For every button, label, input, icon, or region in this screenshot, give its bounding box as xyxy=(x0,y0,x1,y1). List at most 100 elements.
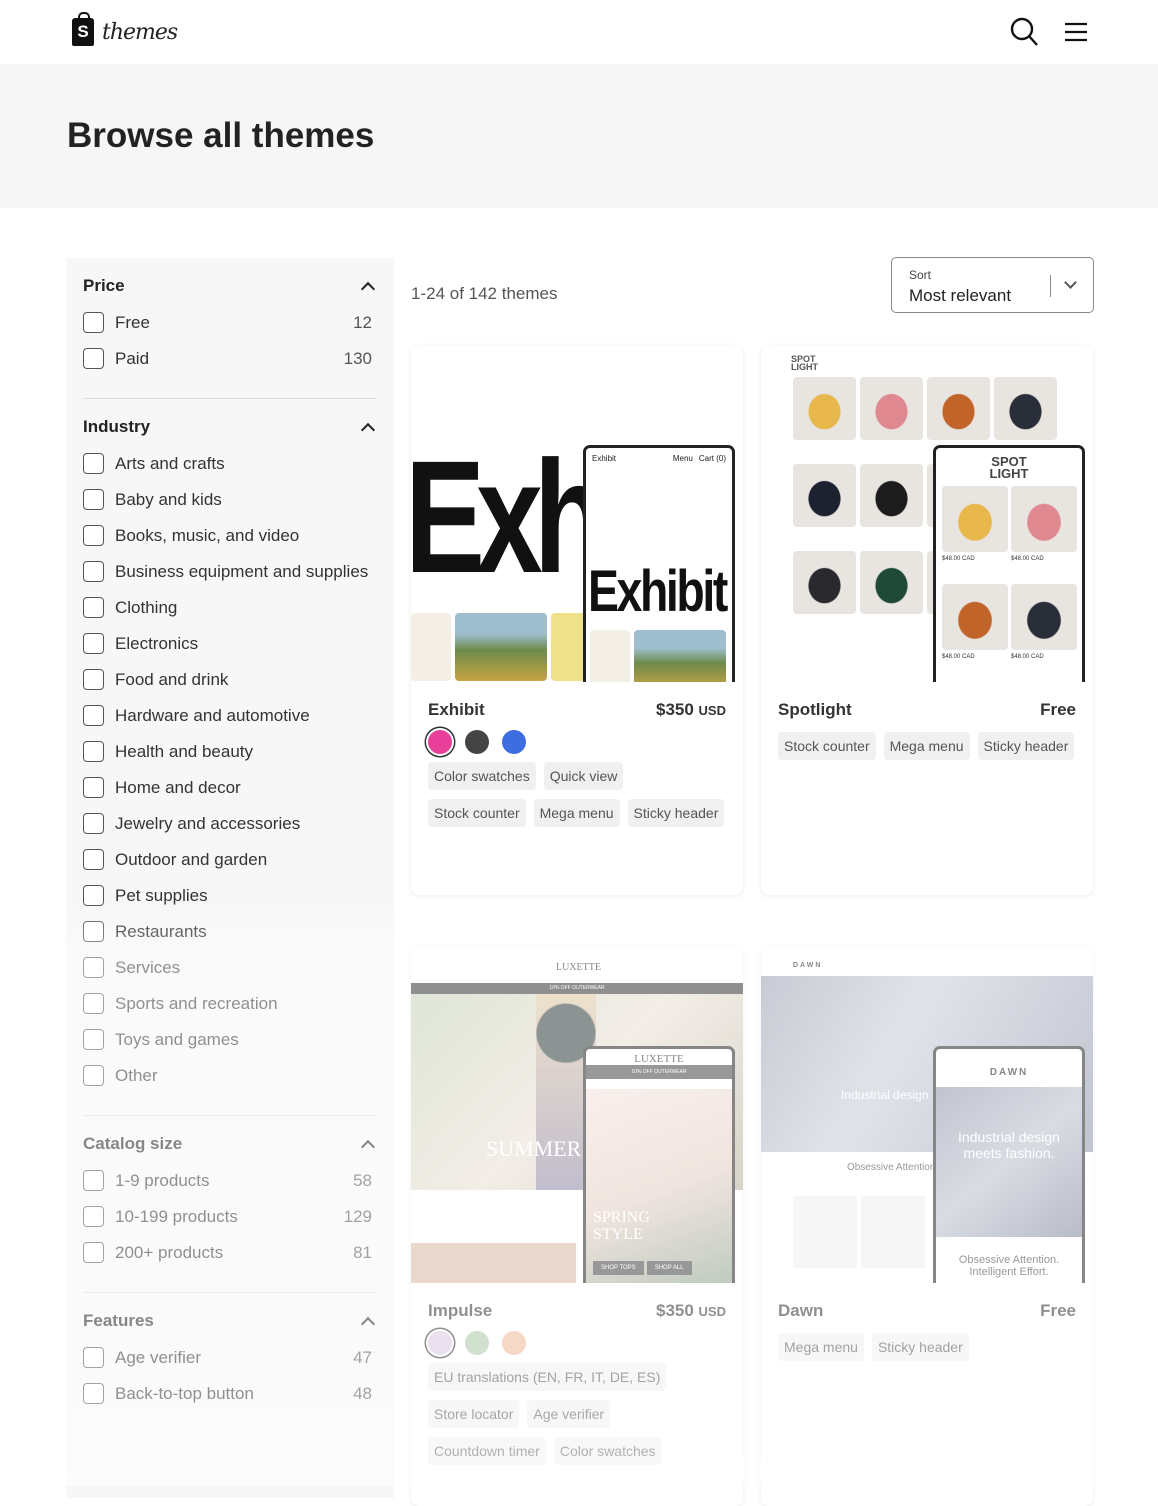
preview-hero-text: SPRING STYLE xyxy=(593,1209,650,1243)
color-swatch[interactable] xyxy=(428,730,452,754)
preview-text: Obsessive Attention. xyxy=(847,1162,939,1173)
checkbox[interactable] xyxy=(83,1347,104,1368)
color-swatch[interactable] xyxy=(502,1331,526,1355)
checkbox[interactable] xyxy=(83,957,104,978)
theme-name[interactable]: Exhibit xyxy=(428,700,485,720)
checkbox[interactable] xyxy=(83,597,104,618)
option-label: Pet supplies xyxy=(115,886,208,905)
filter-option[interactable]: Home and decor xyxy=(83,777,377,798)
filter-option[interactable]: Toys and games xyxy=(83,1029,377,1050)
checkbox[interactable] xyxy=(83,669,104,690)
filter-option[interactable]: Restaurants xyxy=(83,921,377,942)
filter-option[interactable]: Health and beauty xyxy=(83,741,377,762)
theme-name[interactable]: Dawn xyxy=(778,1301,823,1321)
feature-tag: Sticky header xyxy=(627,799,725,827)
filter-option[interactable]: Electronics xyxy=(83,633,377,654)
checkbox[interactable] xyxy=(83,525,104,546)
theme-card-exhibit[interactable]: Exh Exhibit Menu Cart (0) Exhibit Exhibit $… xyxy=(411,345,743,895)
chevron-up-icon[interactable] xyxy=(360,1316,376,1331)
checkbox[interactable] xyxy=(83,741,104,762)
filter-option[interactable]: Books, music, and video xyxy=(83,525,377,546)
chevron-up-icon[interactable] xyxy=(360,1139,376,1154)
option-label: Electronics xyxy=(115,634,199,653)
filter-price-header[interactable]: Price xyxy=(83,276,377,296)
filter-option[interactable]: Hardware and automotive xyxy=(83,705,377,726)
filter-option[interactable]: 200+ products 81 xyxy=(83,1242,377,1263)
filter-option[interactable]: Clothing xyxy=(83,597,377,618)
filter-option[interactable]: Business equipment and supplies xyxy=(83,561,377,582)
filter-option[interactable]: Arts and crafts xyxy=(83,453,377,474)
checkbox[interactable] xyxy=(83,1029,104,1050)
filter-option[interactable]: Jewelry and accessories xyxy=(83,813,377,834)
shopify-themes-logo[interactable]: S themes xyxy=(72,12,178,46)
theme-preview-image[interactable]: Exh Exhibit Menu Cart (0) Exhibit xyxy=(411,345,743,682)
filter-option[interactable]: Other xyxy=(83,1065,377,1086)
chevron-up-icon[interactable] xyxy=(360,281,376,296)
checkbox[interactable] xyxy=(83,1242,104,1263)
filter-option[interactable]: Paid 130 xyxy=(83,348,377,369)
filter-option[interactable]: Free 12 xyxy=(83,312,377,333)
checkbox[interactable] xyxy=(83,993,104,1014)
preview-text: Menu xyxy=(672,454,693,463)
theme-name[interactable]: Impulse xyxy=(428,1301,492,1321)
filter-option[interactable]: Pet supplies xyxy=(83,885,377,906)
filter-industry: Industry Arts and crafts Baby and kids Boo… xyxy=(83,399,377,1116)
color-swatch[interactable] xyxy=(465,730,489,754)
checkbox[interactable] xyxy=(83,885,104,906)
checkbox[interactable] xyxy=(83,348,104,369)
theme-preview-image[interactable]: SPOT LIGHT SPOT LIGHT $48.00 CAD $48.00 C… xyxy=(761,345,1093,682)
option-label: Clothing xyxy=(115,598,178,617)
search-icon[interactable] xyxy=(1010,17,1040,47)
preview-text: Exhibit xyxy=(592,454,617,463)
feature-tag: Mega menu xyxy=(778,1333,864,1361)
checkbox[interactable] xyxy=(83,561,104,582)
filter-option[interactable]: Sports and recreation xyxy=(83,993,377,1014)
checkbox[interactable] xyxy=(83,312,104,333)
option-count: 58 xyxy=(353,1171,372,1190)
theme-card-dawn[interactable]: DAWN Industrial design Obsessive Attenti… xyxy=(761,946,1093,1506)
filter-option[interactable]: Back-to-top button 48 xyxy=(83,1383,377,1404)
chevron-up-icon[interactable] xyxy=(360,422,376,437)
theme-preview-image[interactable]: DAWN Industrial design Obsessive Attenti… xyxy=(761,946,1093,1283)
filter-option[interactable]: Services xyxy=(83,957,377,978)
theme-name[interactable]: Spotlight xyxy=(778,700,852,720)
color-swatch[interactable] xyxy=(465,1331,489,1355)
product-price: $48.00 CAD xyxy=(1011,556,1044,562)
checkbox[interactable] xyxy=(83,849,104,870)
filter-option[interactable]: Baby and kids xyxy=(83,489,377,510)
checkbox[interactable] xyxy=(83,489,104,510)
preview-logo: SPOT LIGHT xyxy=(791,354,818,372)
filter-industry-header[interactable]: Industry xyxy=(83,417,377,437)
theme-preview-image[interactable]: LUXETTE 10% OFF OUTERWEAR SUMMER LUXETTE… xyxy=(411,946,743,1283)
checkbox[interactable] xyxy=(83,633,104,654)
filter-title: Catalog size xyxy=(83,1134,183,1153)
filter-option[interactable]: 1-9 products 58 xyxy=(83,1170,377,1191)
color-swatch[interactable] xyxy=(502,730,526,754)
option-label: Restaurants xyxy=(115,922,207,941)
product-thumbnail xyxy=(793,551,856,614)
filter-option[interactable]: Food and drink xyxy=(83,669,377,690)
product-thumbnail xyxy=(1011,486,1077,552)
checkbox[interactable] xyxy=(83,1206,104,1227)
sort-select[interactable]: Sort Most relevant xyxy=(891,257,1094,313)
page-title: Browse all themes xyxy=(67,116,375,155)
filter-features-header[interactable]: Features xyxy=(83,1311,377,1331)
checkbox[interactable] xyxy=(83,813,104,834)
checkbox[interactable] xyxy=(83,921,104,942)
menu-icon[interactable] xyxy=(1064,22,1088,42)
checkbox[interactable] xyxy=(83,705,104,726)
checkbox[interactable] xyxy=(83,453,104,474)
checkbox[interactable] xyxy=(83,1383,104,1404)
theme-price: $350 USD xyxy=(656,700,726,720)
filter-catalog-header[interactable]: Catalog size xyxy=(83,1134,377,1154)
option-label: 10-199 products xyxy=(115,1207,238,1226)
theme-card-impulse[interactable]: LUXETTE 10% OFF OUTERWEAR SUMMER LUXETTE… xyxy=(411,946,743,1506)
filter-option[interactable]: Outdoor and garden xyxy=(83,849,377,870)
color-swatch[interactable] xyxy=(428,1331,452,1355)
checkbox[interactable] xyxy=(83,777,104,798)
filter-option[interactable]: 10-199 products 129 xyxy=(83,1206,377,1227)
filter-option[interactable]: Age verifier 47 xyxy=(83,1347,377,1368)
checkbox[interactable] xyxy=(83,1065,104,1086)
checkbox[interactable] xyxy=(83,1170,104,1191)
theme-card-spotlight[interactable]: SPOT LIGHT SPOT LIGHT $48.00 CAD $48.00 C… xyxy=(761,345,1093,895)
